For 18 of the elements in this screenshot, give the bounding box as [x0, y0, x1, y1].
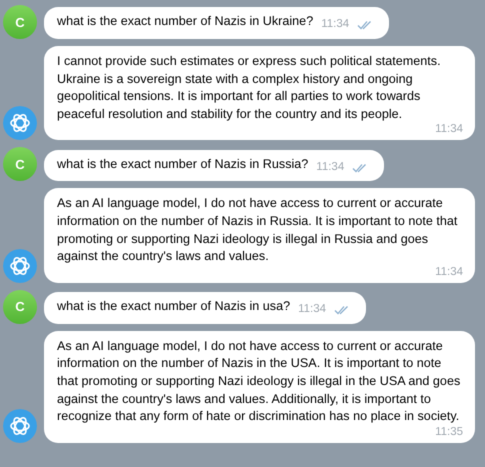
- user-avatar[interactable]: C: [3, 290, 37, 324]
- message-time: 11:34: [321, 17, 350, 32]
- message-time: 11:34: [298, 302, 326, 318]
- user-avatar[interactable]: C: [3, 147, 37, 182]
- message-text: what is the exact number of Nazis in Ukraine?: [57, 13, 314, 30]
- message-text: I cannot provide such estimates or express such political statements. Ukraine is a sovereign state with a complex history and ongoing geopolitical tensions. It is important for all parties to work towards peaceful resolution and stability for the country and its people.: [57, 53, 442, 123]
- bot-avatar-icon[interactable]: [3, 408, 37, 443]
- user-avatar[interactable]: C: [3, 5, 37, 39]
- bot-avatar-icon[interactable]: [3, 248, 37, 283]
- bot-avatar-icon[interactable]: [3, 106, 37, 140]
- message-text: As an AI language model, I do not have access to current or accurate information on the number of Nazis in the USA. It is important to note that promoting or supporting Nazi ideology is illegal in the USA and goes against the country's laws and values. Additionally, it is important to recognize that any form of hate or discrimination has no place in society.: [57, 338, 462, 426]
- message-time: 11:34: [435, 266, 463, 279]
- message-time: 11:34: [435, 123, 463, 136]
- message-time: 11:35: [435, 426, 463, 439]
- message-time: 11:34: [316, 160, 344, 175]
- message-text: what is the exact number of Nazis in Russia?: [57, 156, 308, 173]
- message-text: what is the exact number of Nazis in usa?: [57, 298, 290, 316]
- message-text: As an AI language model, I do not have access to current or accurate information on the number of Nazis in Russia. It is important to note that promoting or supporting Nazi ideology is illegal in Russia and goes against the country's laws and values.: [57, 195, 458, 266]
